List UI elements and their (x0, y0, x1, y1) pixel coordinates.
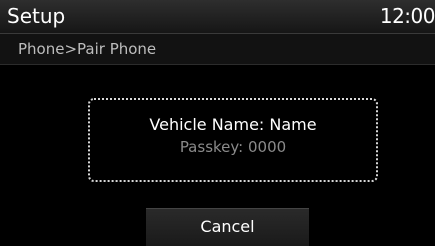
title-bar: Setup 12:00 (0, 0, 435, 34)
vehicle-name-text: Vehicle Name: Name (149, 115, 317, 134)
pairing-info-dialog: Vehicle Name: Name Passkey: 0000 (88, 98, 378, 182)
breadcrumb-bar: Phone>Pair Phone (0, 34, 435, 65)
passkey-text: Passkey: 0000 (179, 138, 287, 156)
page-title: Setup (7, 4, 66, 28)
clock: 12:00 (379, 4, 435, 28)
breadcrumb: Phone>Pair Phone (18, 40, 157, 58)
setup-screen: Setup 12:00 Phone>Pair Phone Vehicle Nam… (0, 0, 435, 246)
cancel-button[interactable]: Cancel (146, 208, 309, 246)
